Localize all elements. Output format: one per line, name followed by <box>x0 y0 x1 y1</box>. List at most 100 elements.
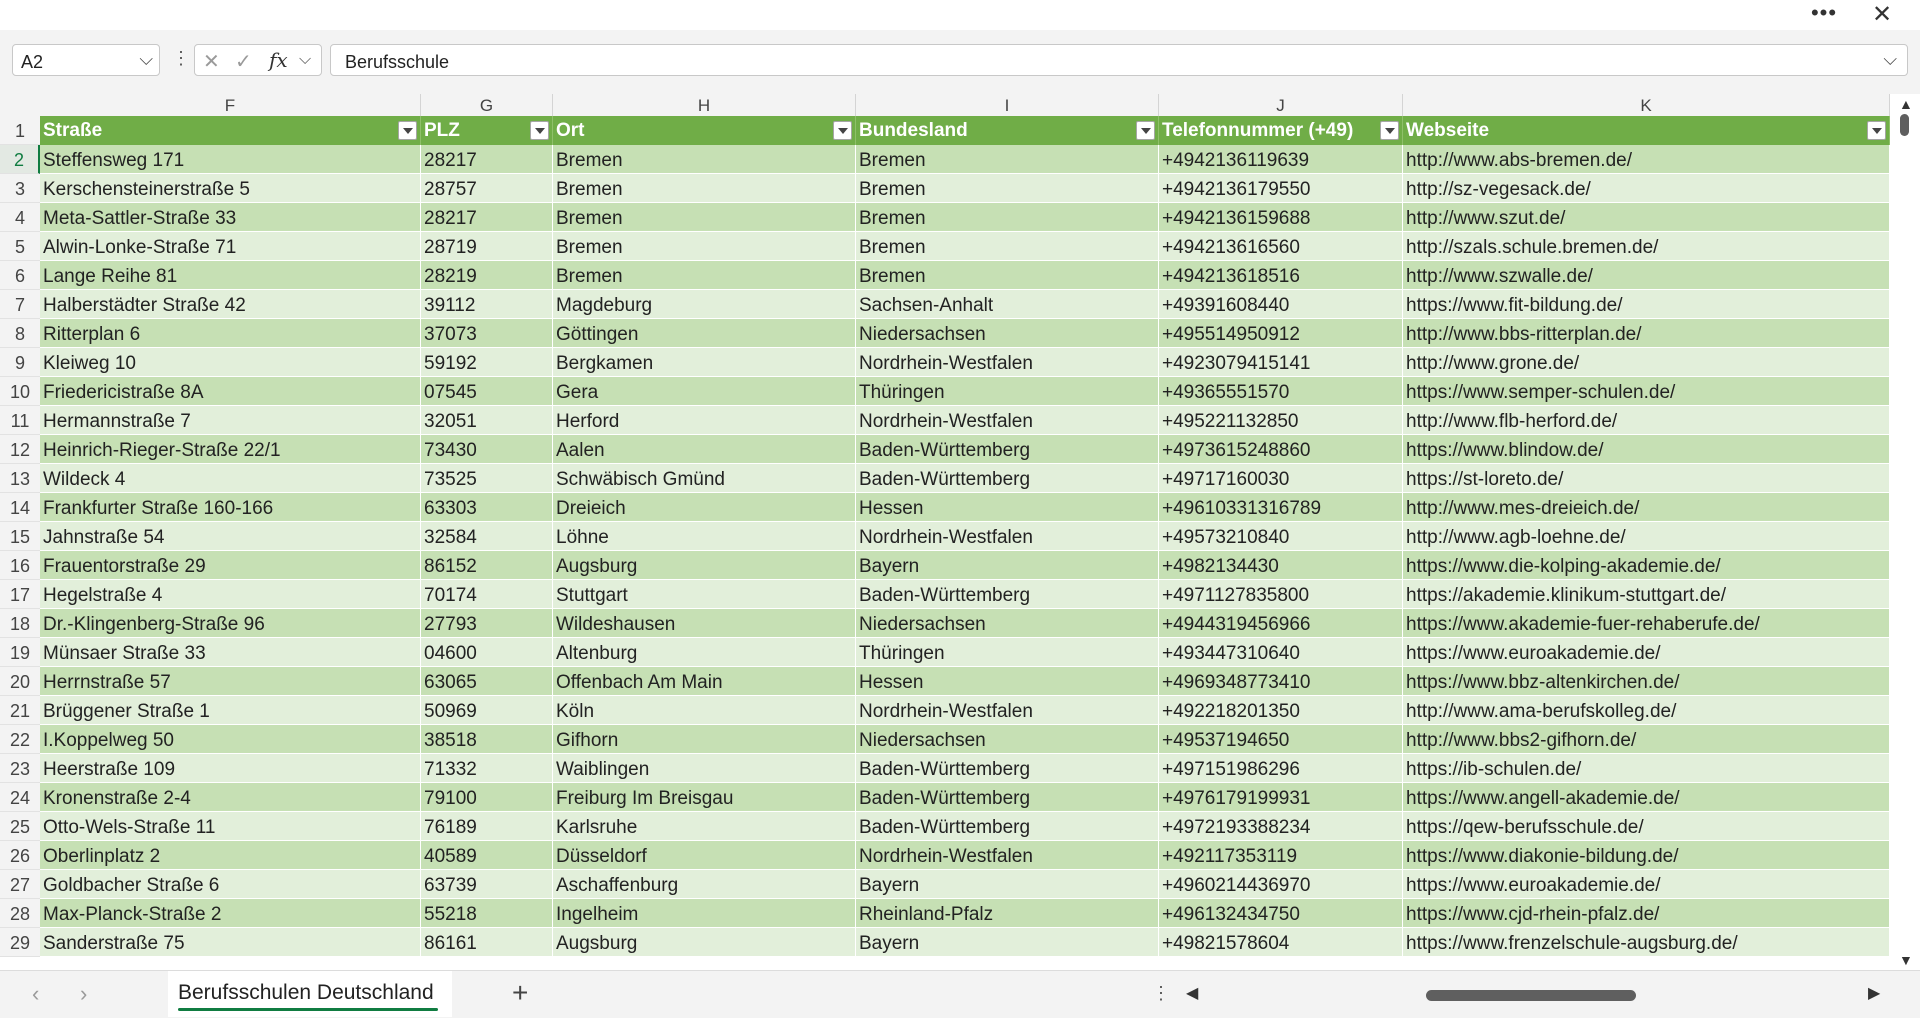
table-cell[interactable]: https://www.euroakademie.de/ <box>1403 870 1890 899</box>
row-header[interactable]: 5 <box>0 232 40 261</box>
table-cell[interactable]: 32051 <box>421 406 553 435</box>
table-cell[interactable]: Friedericistraße 8A <box>40 377 421 406</box>
table-cell[interactable]: Löhne <box>553 522 856 551</box>
table-cell[interactable]: 37073 <box>421 319 553 348</box>
row-header[interactable]: 9 <box>0 348 40 377</box>
table-header-cell[interactable]: Webseite <box>1403 116 1890 145</box>
table-cell[interactable]: Alwin-Lonke-Straße 71 <box>40 232 421 261</box>
table-cell[interactable]: Lange Reihe 81 <box>40 261 421 290</box>
scroll-down-icon[interactable]: ▼ <box>1899 952 1913 968</box>
row-header[interactable]: 20 <box>0 667 40 696</box>
table-cell[interactable]: Nordrhein-Westfalen <box>856 406 1159 435</box>
insert-function-icon[interactable]: fx <box>269 48 288 72</box>
row-header[interactable]: 18 <box>0 609 40 638</box>
table-cell[interactable]: https://www.euroakademie.de/ <box>1403 638 1890 667</box>
table-cell[interactable]: http://www.bbs-ritterplan.de/ <box>1403 319 1890 348</box>
table-cell[interactable]: I.Koppelweg 50 <box>40 725 421 754</box>
table-cell[interactable]: Bremen <box>856 174 1159 203</box>
table-cell[interactable]: https://www.semper-schulen.de/ <box>1403 377 1890 406</box>
row-header[interactable]: 23 <box>0 754 40 783</box>
table-cell[interactable]: Augsburg <box>553 551 856 580</box>
table-cell[interactable]: Baden-Württemberg <box>856 783 1159 812</box>
table-cell[interactable]: +4960214436970 <box>1159 870 1403 899</box>
row-header[interactable]: 27 <box>0 870 40 899</box>
table-cell[interactable]: Bremen <box>856 203 1159 232</box>
table-cell[interactable]: https://ib-schulen.de/ <box>1403 754 1890 783</box>
table-cell[interactable]: 50969 <box>421 696 553 725</box>
filter-dropdown-icon[interactable] <box>530 121 549 140</box>
chevron-down-icon[interactable]: ⌵ <box>299 51 311 69</box>
table-cell[interactable]: Köln <box>553 696 856 725</box>
row-header[interactable]: 19 <box>0 638 40 667</box>
table-cell[interactable]: +4971127835800 <box>1159 580 1403 609</box>
horizontal-scroll-thumb[interactable] <box>1426 990 1636 1001</box>
row-header[interactable]: 17 <box>0 580 40 609</box>
row-header[interactable]: 14 <box>0 493 40 522</box>
table-cell[interactable]: Steffensweg 171 <box>40 145 421 174</box>
table-cell[interactable]: +49573210840 <box>1159 522 1403 551</box>
table-cell[interactable]: http://www.bbs2-gifhorn.de/ <box>1403 725 1890 754</box>
filter-dropdown-icon[interactable] <box>833 121 852 140</box>
table-cell[interactable]: Hessen <box>856 493 1159 522</box>
row-header[interactable]: 8 <box>0 319 40 348</box>
table-cell[interactable]: Kerschensteinerstraße 5 <box>40 174 421 203</box>
table-cell[interactable]: +49717160030 <box>1159 464 1403 493</box>
table-cell[interactable]: Hermannstraße 7 <box>40 406 421 435</box>
row-header[interactable]: 4 <box>0 203 40 232</box>
table-cell[interactable]: Baden-Württemberg <box>856 812 1159 841</box>
table-header-cell[interactable]: Ort <box>553 116 856 145</box>
table-cell[interactable]: Dr.-Klingenberg-Straße 96 <box>40 609 421 638</box>
table-cell[interactable]: +494213616560 <box>1159 232 1403 261</box>
row-header[interactable]: 26 <box>0 841 40 870</box>
table-cell[interactable]: Hessen <box>856 667 1159 696</box>
table-cell[interactable]: Bremen <box>553 232 856 261</box>
table-cell[interactable]: +4969348773410 <box>1159 667 1403 696</box>
table-cell[interactable]: https://akademie.klinikum-stuttgart.de/ <box>1403 580 1890 609</box>
table-cell[interactable]: Bremen <box>856 232 1159 261</box>
table-cell[interactable]: Baden-Württemberg <box>856 435 1159 464</box>
table-cell[interactable]: Bremen <box>856 145 1159 174</box>
table-cell[interactable]: 27793 <box>421 609 553 638</box>
scroll-up-icon[interactable]: ▲ <box>1899 96 1913 112</box>
row-header[interactable]: 10 <box>0 377 40 406</box>
table-cell[interactable]: 73430 <box>421 435 553 464</box>
table-cell[interactable]: 39112 <box>421 290 553 319</box>
table-cell[interactable]: https://www.cjd-rhein-pfalz.de/ <box>1403 899 1890 928</box>
table-header-cell[interactable]: Bundesland <box>856 116 1159 145</box>
table-cell[interactable]: Brüggener Straße 1 <box>40 696 421 725</box>
table-cell[interactable]: Dreieich <box>553 493 856 522</box>
table-cell[interactable]: Münsaer Straße 33 <box>40 638 421 667</box>
column-header-5[interactable]: K <box>1403 94 1890 116</box>
table-cell[interactable]: Kronenstraße 2-4 <box>40 783 421 812</box>
table-cell[interactable]: Stuttgart <box>553 580 856 609</box>
table-cell[interactable]: +497151986296 <box>1159 754 1403 783</box>
table-cell[interactable]: +49537194650 <box>1159 725 1403 754</box>
row-header[interactable]: 16 <box>0 551 40 580</box>
table-cell[interactable]: Meta-Sattler-Straße 33 <box>40 203 421 232</box>
more-options-icon[interactable]: ••• <box>1804 0 1844 30</box>
table-cell[interactable]: Wildeck 4 <box>40 464 421 493</box>
table-cell[interactable]: Niedersachsen <box>856 609 1159 638</box>
table-cell[interactable]: https://qew-berufsschule.de/ <box>1403 812 1890 841</box>
table-cell[interactable]: Sanderstraße 75 <box>40 928 421 957</box>
table-header-cell[interactable]: Straße <box>40 116 421 145</box>
table-cell[interactable]: 59192 <box>421 348 553 377</box>
row-header[interactable]: 6 <box>0 261 40 290</box>
table-cell[interactable]: Freiburg Im Breisgau <box>553 783 856 812</box>
table-cell[interactable]: Gera <box>553 377 856 406</box>
row-header[interactable]: 21 <box>0 696 40 725</box>
row-header-1[interactable]: 1 <box>0 116 40 145</box>
table-cell[interactable]: Heinrich-Rieger-Straße 22/1 <box>40 435 421 464</box>
table-cell[interactable]: Aalen <box>553 435 856 464</box>
table-cell[interactable]: http://www.szut.de/ <box>1403 203 1890 232</box>
table-cell[interactable]: +495514950912 <box>1159 319 1403 348</box>
table-cell[interactable]: https://www.bbz-altenkirchen.de/ <box>1403 667 1890 696</box>
table-cell[interactable]: +4923079415141 <box>1159 348 1403 377</box>
close-icon[interactable]: ✕ <box>1862 0 1902 30</box>
table-cell[interactable]: Bremen <box>553 261 856 290</box>
table-cell[interactable]: Bremen <box>856 261 1159 290</box>
table-cell[interactable]: Schwäbisch Gmünd <box>553 464 856 493</box>
table-cell[interactable]: +4942136119639 <box>1159 145 1403 174</box>
cancel-icon[interactable]: ✕ <box>203 49 220 74</box>
table-cell[interactable]: Frankfurter Straße 160-166 <box>40 493 421 522</box>
